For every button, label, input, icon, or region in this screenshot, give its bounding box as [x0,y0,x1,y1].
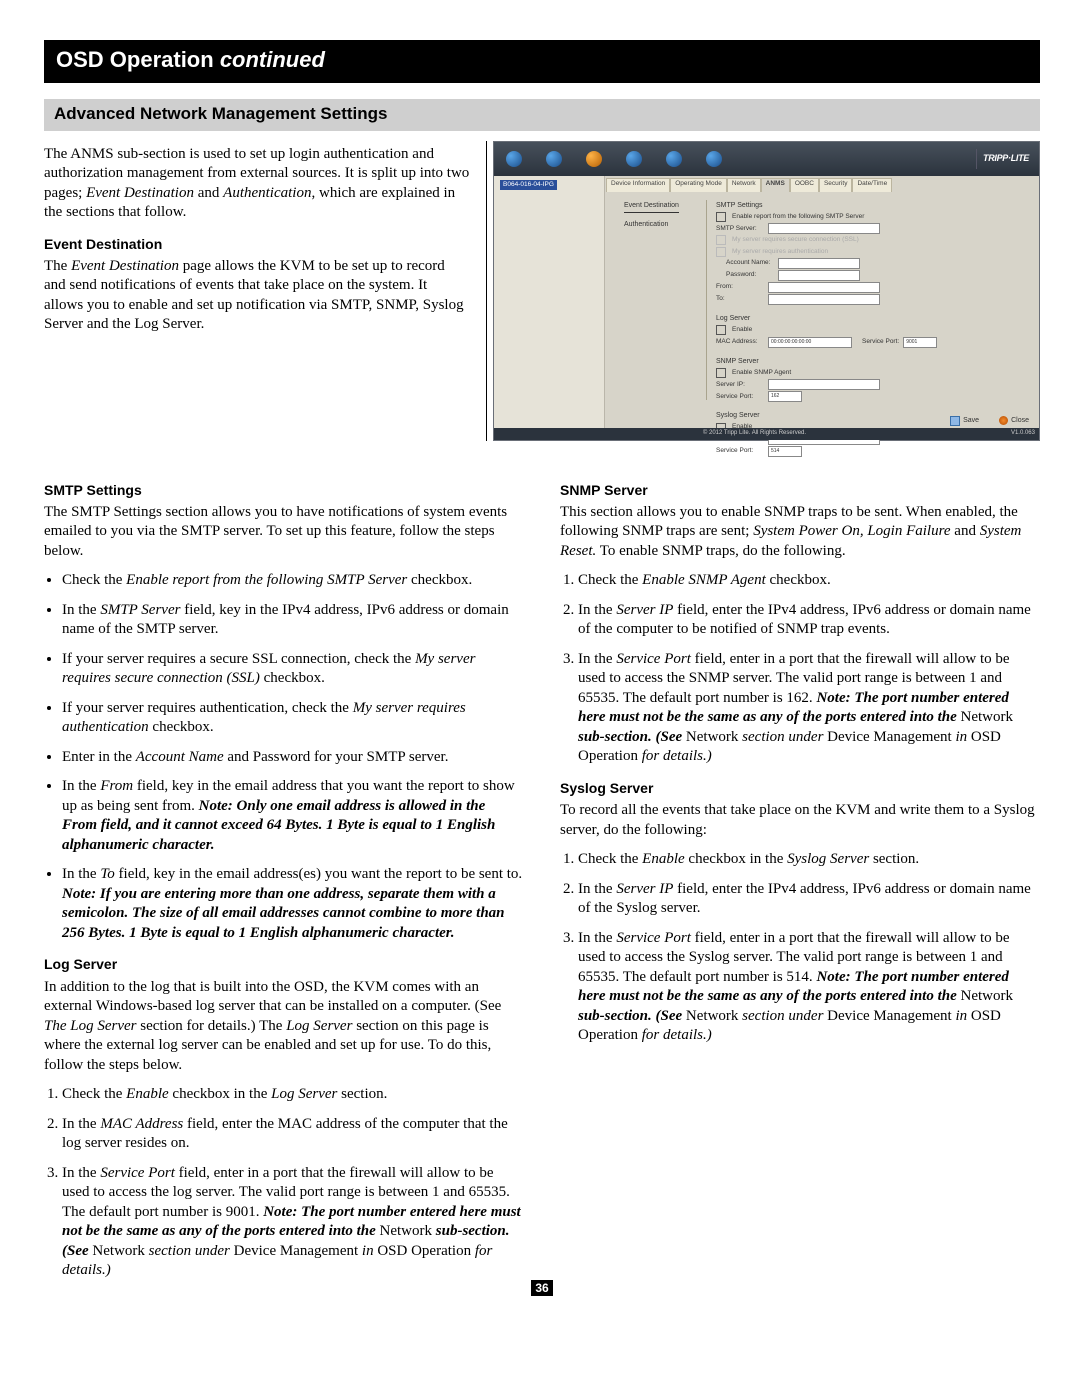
logserver-intro: In addition to the log that is built int… [44,978,524,1076]
toolbar-icon [626,151,642,167]
toolbar-icon [546,151,562,167]
syslog-intro: To record all the events that take place… [560,801,1040,840]
syslog-steps: Check the Enable checkbox in the Syslog … [560,850,1040,1046]
smtp-intro: The SMTP Settings section allows you to … [44,503,524,562]
smtp-heading: SMTP Settings [44,481,524,499]
logserver-heading: Log Server [44,955,524,973]
intro-paragraph: The ANMS sub-section is used to set up l… [44,145,470,223]
page-number: 36 [531,1280,552,1296]
snmp-steps: Check the Enable SNMP Agent checkbox. In… [560,571,1040,767]
brand-logo: TRIPP·LITE [976,149,1035,169]
chapter-header: OSD Operation continued [44,40,1040,83]
toolbar-icon [506,151,522,167]
toolbar-icon [666,151,682,167]
anms-screenshot: TRIPP·LITE B064-016-04-IPG Device Inform… [493,141,1040,441]
smtp-bullets: Check the Enable report from the followi… [44,571,524,943]
chapter-subtitle: continued [220,47,325,72]
snmp-heading: SNMP Server [560,481,1040,499]
device-node: B064-016-04-IPG [500,180,557,190]
logserver-steps: Check the Enable checkbox in the Log Ser… [44,1085,524,1281]
toolbar-icon-active [586,151,602,167]
event-destination-paragraph: The Event Destination page allows the KV… [44,257,470,335]
screenshot-buttons: Save Close [950,416,1029,426]
syslog-heading: Syslog Server [560,779,1040,797]
section-title: Advanced Network Management Settings [44,99,1040,131]
toolbar-icon [706,151,722,167]
screenshot-toolbar: TRIPP·LITE [494,142,1039,176]
screenshot-footer: © 2012 Tripp Lite. All Rights Reserved. … [494,428,1039,440]
event-destination-heading: Event Destination [44,235,470,253]
screenshot-sidebar: B064-016-04-IPG [494,176,605,428]
screenshot-tabs: Device Information Operating Mode Networ… [606,178,1035,192]
chapter-title: OSD Operation [56,47,214,72]
snmp-intro: This section allows you to enable SNMP t… [560,503,1040,562]
